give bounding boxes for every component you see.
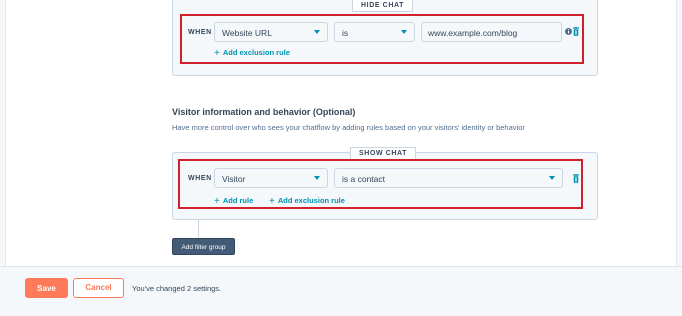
- section-title: Visitor information and behavior (Option…: [172, 107, 356, 117]
- main-panel: HIDE CHAT WHEN Website URL is www.exampl…: [0, 0, 682, 266]
- left-gutter: [0, 0, 6, 266]
- highlight-box: [180, 14, 584, 64]
- add-filter-group-button[interactable]: Add filter group: [172, 238, 235, 255]
- section-description: Have more control over who sees your cha…: [172, 123, 525, 132]
- highlight-box: [178, 159, 583, 209]
- cancel-button[interactable]: Cancel: [73, 278, 124, 298]
- hide-chat-label: HIDE CHAT: [352, 0, 413, 12]
- changes-status-text: You've changed 2 settings.: [132, 284, 222, 293]
- save-button[interactable]: Save: [25, 278, 68, 298]
- footer-bar: Save Cancel You've changed 2 settings.: [0, 266, 682, 316]
- right-gutter: [676, 0, 682, 266]
- group-connector-line: [198, 220, 199, 240]
